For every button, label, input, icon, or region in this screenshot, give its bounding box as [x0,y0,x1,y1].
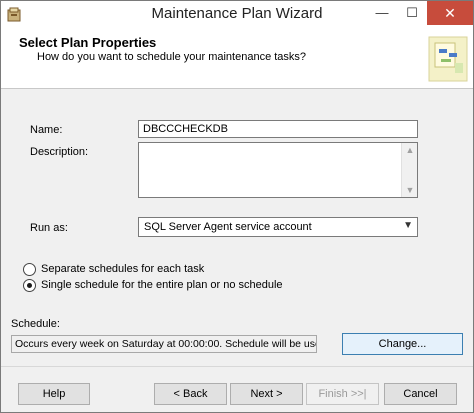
radio-separate-indicator[interactable] [23,263,36,276]
minimize-button[interactable]: — [367,1,397,25]
page-subtitle: How do you want to schedule your mainten… [37,51,307,63]
radio-single-label: Single schedule for the entire plan or n… [41,279,283,291]
radio-separate-label: Separate schedules for each task [41,263,205,275]
maintenance-plan-icon [7,7,21,22]
title-bar: Maintenance Plan Wizard — ☐ ✕ [1,1,473,29]
description-scrollbar[interactable]: ▲ ▼ [401,143,417,197]
description-textarea[interactable]: ▲ ▼ [138,142,418,198]
schedule-description: Occurs every week on Saturday at 00:00:0… [11,335,317,353]
scroll-down-icon[interactable]: ▼ [402,183,418,197]
run-as-label: Run as: [30,222,68,234]
help-button[interactable]: Help [18,383,90,405]
footer-divider [1,366,473,367]
description-label: Description: [30,146,89,158]
next-button[interactable]: Next > [230,383,303,405]
wizard-illustration-icon [428,36,468,82]
finish-button[interactable]: Finish >>| [306,383,379,405]
run-as-select[interactable]: SQL Server Agent service account ▼ [138,217,418,237]
wizard-window: Maintenance Plan Wizard — ☐ ✕ Select Pla… [0,0,474,413]
wizard-header: Select Plan Properties How do you want t… [1,29,473,89]
page-title: Select Plan Properties [19,35,157,50]
chevron-down-icon[interactable]: ▼ [403,220,413,231]
back-button[interactable]: < Back [154,383,227,405]
name-input[interactable] [138,120,418,138]
change-schedule-button[interactable]: Change... [342,333,463,355]
maximize-button[interactable]: ☐ [397,1,427,25]
scroll-up-icon[interactable]: ▲ [402,143,418,157]
cancel-button[interactable]: Cancel [384,383,457,405]
radio-single-indicator[interactable] [23,279,36,292]
close-button[interactable]: ✕ [427,1,473,25]
window-title: Maintenance Plan Wizard [151,5,323,22]
run-as-value: SQL Server Agent service account [144,221,312,233]
name-label: Name: [30,124,63,136]
schedule-label: Schedule: [11,318,60,330]
